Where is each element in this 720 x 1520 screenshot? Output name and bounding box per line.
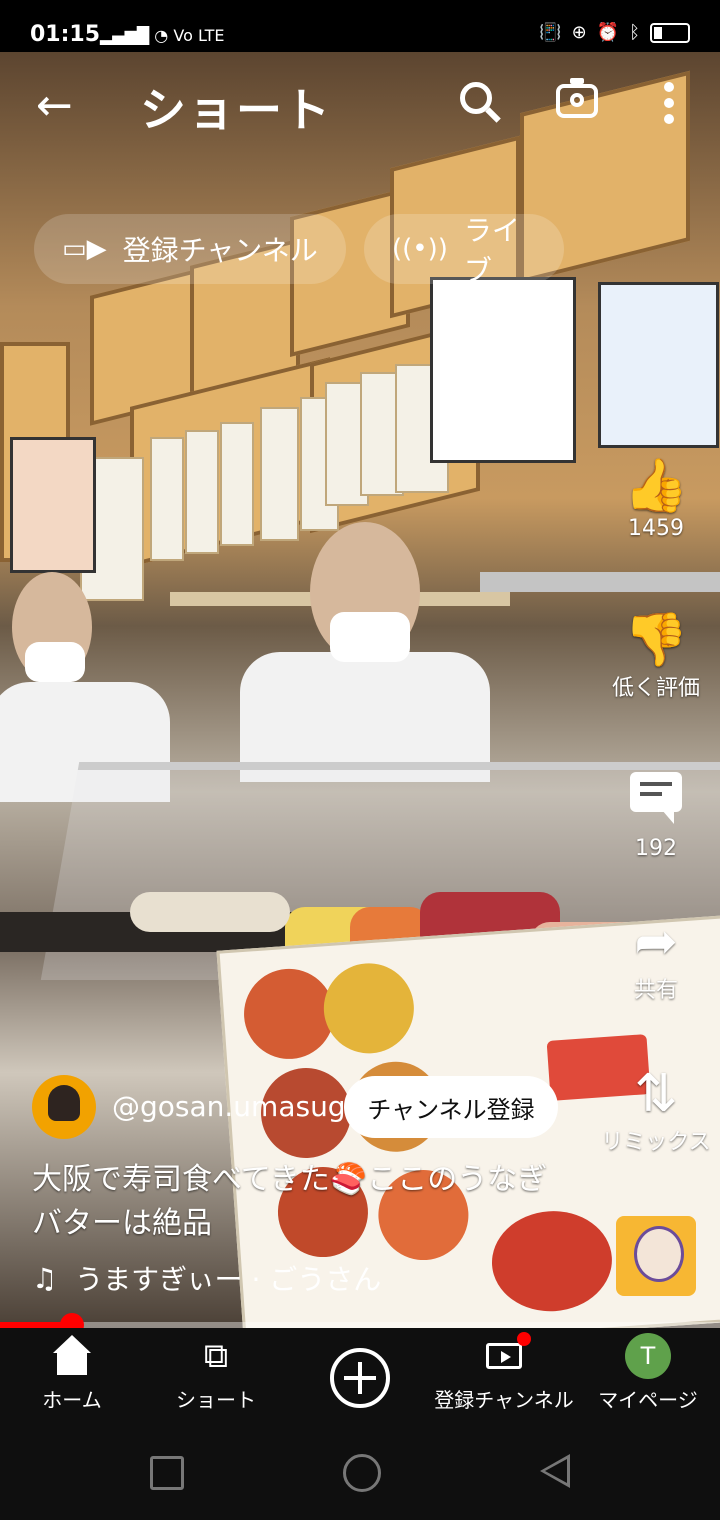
- menu-paper: [150, 437, 184, 561]
- channel-avatar[interactable]: [32, 1075, 96, 1139]
- share-icon: ➦: [634, 912, 678, 972]
- more-options-icon[interactable]: [664, 82, 674, 130]
- remix-icon: ⇅: [634, 1064, 678, 1124]
- subscriptions-icon: ▭▶: [62, 234, 107, 264]
- comment-button[interactable]: 192: [596, 762, 716, 861]
- music-title: うますぎぃー · ごうさん: [75, 1263, 382, 1296]
- menu-paper: [260, 407, 299, 541]
- menu-poster: [430, 277, 576, 463]
- notification-dot: [517, 1332, 531, 1346]
- system-navigation: [0, 1424, 720, 1520]
- share-label: 共有: [633, 978, 678, 1003]
- dislike-button[interactable]: 👎 低く評価: [596, 610, 716, 702]
- back-triangle-icon[interactable]: [540, 1454, 570, 1488]
- like-count: 1459: [628, 516, 684, 541]
- status-bar: 01:15 ▂▄▆█ ◔ Vo LTE 📳 ⊕ ⏰ ᛒ: [0, 0, 720, 52]
- comment-count: 192: [635, 836, 677, 861]
- remix-label: リミックス: [601, 1130, 711, 1155]
- dislike-label: 低く評価: [611, 676, 700, 701]
- like-button[interactable]: 👍 1459: [596, 456, 716, 541]
- lock-icon: ⊕: [571, 22, 587, 43]
- avatar: T: [625, 1333, 671, 1379]
- camera-icon[interactable]: [556, 78, 598, 118]
- create-icon: [330, 1348, 390, 1408]
- ramune-poster: [598, 282, 719, 448]
- recents-icon[interactable]: [150, 1456, 184, 1490]
- music-row[interactable]: ♫ うますぎぃー · ごうさん: [32, 1258, 381, 1298]
- nav-label: ホーム: [42, 1388, 102, 1412]
- home-circle-icon[interactable]: [343, 1454, 381, 1492]
- channel-handle[interactable]: @gosan.umasugi: [112, 1090, 353, 1123]
- vibrate-icon: 📳: [539, 22, 562, 43]
- search-icon[interactable]: [460, 82, 492, 114]
- live-icon: ((•)): [392, 234, 448, 264]
- top-bar: ← ショート: [0, 52, 720, 162]
- nav-label: ショート: [176, 1388, 256, 1412]
- page-title: ショート: [140, 83, 332, 137]
- share-button[interactable]: ➦ 共有: [596, 912, 716, 1004]
- shelf: [480, 572, 720, 592]
- bluetooth-icon: ᛒ: [629, 22, 640, 43]
- mask: [330, 612, 410, 662]
- menu-paper: [220, 422, 254, 546]
- nav-home[interactable]: ホーム: [0, 1328, 144, 1424]
- sound-avatar[interactable]: [616, 1216, 696, 1296]
- alarm-icon: ⏰: [596, 22, 620, 43]
- back-arrow-icon[interactable]: ←: [36, 84, 73, 128]
- menu-poster: [10, 437, 96, 573]
- nav-label: マイページ: [598, 1388, 698, 1412]
- remix-button[interactable]: ⇅ リミックス: [596, 1064, 716, 1156]
- video-caption[interactable]: 大阪で寿司食べてきた🍣ここのうなぎバターは絶品: [32, 1158, 572, 1246]
- mask: [25, 642, 85, 682]
- status-time: 01:15: [30, 22, 101, 47]
- bottom-navigation: ホーム ⧉ ショート 登録チャンネル T マイページ: [0, 1328, 720, 1424]
- music-note-icon: ♫: [32, 1261, 58, 1295]
- chip-label: 登録チャンネル: [122, 234, 318, 267]
- nav-label: 登録チャンネル: [434, 1388, 574, 1412]
- nav-my-page[interactable]: T マイページ: [576, 1328, 720, 1424]
- subscribe-button[interactable]: チャンネル登録: [344, 1076, 558, 1138]
- menu-paper: [185, 430, 219, 554]
- comment-icon: [630, 772, 682, 824]
- status-icons: 📳 ⊕ ⏰ ᛒ: [539, 22, 690, 43]
- battery-icon: [650, 22, 690, 43]
- thumbs-up-icon: 👍: [623, 456, 689, 516]
- chip-live[interactable]: ((•)) ライブ: [364, 214, 564, 287]
- subscriptions-icon: [486, 1332, 531, 1369]
- thumbs-down-icon: 👎: [623, 610, 689, 670]
- chip-subscriptions[interactable]: ▭▶ 登録チャンネル: [34, 214, 346, 284]
- home-icon: [53, 1335, 91, 1375]
- chip-label: ライブ: [463, 214, 520, 287]
- nav-subscriptions[interactable]: 登録チャンネル: [432, 1328, 576, 1424]
- shorts-icon: ⧉: [203, 1336, 229, 1376]
- nav-shorts[interactable]: ⧉ ショート: [144, 1328, 288, 1424]
- fish: [130, 892, 290, 932]
- nav-create[interactable]: [288, 1328, 432, 1424]
- signal-icon: ▂▄▆█ ◔ Vo LTE: [100, 26, 225, 45]
